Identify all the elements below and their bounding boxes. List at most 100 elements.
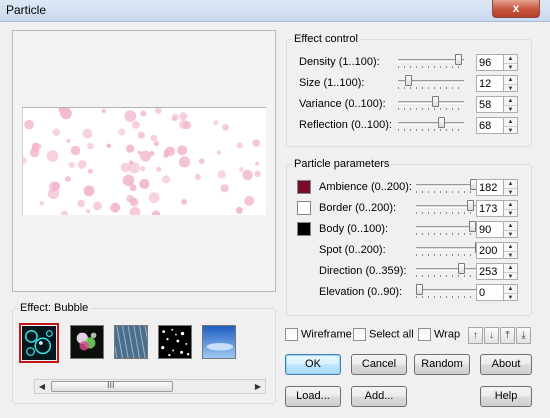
parameter-slider[interactable] (398, 54, 464, 69)
value-spinbox[interactable]: ▲▼ (476, 54, 518, 71)
spin-up-icon[interactable]: ▲ (504, 285, 517, 293)
value-input[interactable] (476, 96, 504, 113)
value-spinbox[interactable]: ▲▼ (476, 75, 518, 92)
add-button[interactable]: Add... (351, 386, 407, 407)
spin-arrows[interactable]: ▲ ▼ (504, 75, 518, 92)
spin-up-icon[interactable]: ▲ (504, 264, 517, 272)
slider-thumb[interactable] (438, 117, 445, 128)
slider-thumb[interactable] (469, 221, 476, 232)
help-button[interactable]: Help (480, 386, 532, 407)
value-spinbox[interactable]: ▲▼ (476, 179, 518, 196)
value-spinbox[interactable]: ▲▼ (476, 263, 518, 280)
parameter-slider[interactable] (416, 179, 482, 194)
scrollbar-thumb[interactable]: III (51, 380, 173, 392)
spin-up-icon[interactable]: ▲ (504, 97, 517, 105)
spin-down-icon[interactable]: ▼ (504, 188, 517, 196)
value-spinbox[interactable]: ▲▼ (476, 284, 518, 301)
spin-up-icon[interactable]: ▲ (504, 180, 517, 188)
color-swatch[interactable] (297, 180, 311, 194)
spin-up-icon[interactable]: ▲ (504, 243, 517, 251)
parameter-slider[interactable] (416, 200, 482, 215)
move-up-arrow-icon[interactable]: ↑ (468, 327, 483, 344)
slider-thumb[interactable] (405, 75, 412, 86)
spin-down-icon[interactable]: ▼ (504, 293, 517, 301)
spin-up-icon[interactable]: ▲ (504, 201, 517, 209)
load-button[interactable]: Load... (285, 386, 341, 407)
value-spinbox[interactable]: ▲▼ (476, 117, 518, 134)
select-all-checkbox[interactable]: Select all (353, 328, 414, 342)
spin-up-icon[interactable]: ▲ (504, 222, 517, 230)
spin-down-icon[interactable]: ▼ (504, 63, 517, 71)
value-input[interactable] (476, 221, 504, 238)
parameter-slider[interactable] (398, 75, 464, 90)
value-input[interactable] (476, 179, 504, 196)
checkbox-box[interactable] (353, 328, 366, 341)
move-top-arrow-icon[interactable]: ⤒ (500, 327, 515, 344)
slider-thumb[interactable] (467, 200, 474, 211)
parameter-slider[interactable] (416, 284, 482, 299)
parameter-slider[interactable] (416, 242, 482, 257)
spin-arrows[interactable]: ▲ ▼ (504, 179, 518, 196)
spin-arrows[interactable]: ▲ ▼ (504, 96, 518, 113)
slider-thumb[interactable] (455, 54, 462, 65)
spin-down-icon[interactable]: ▼ (504, 105, 517, 113)
spin-down-icon[interactable]: ▼ (504, 84, 517, 92)
spin-arrows[interactable]: ▲ ▼ (504, 242, 518, 259)
wireframe-checkbox[interactable]: Wireframe (285, 328, 352, 342)
value-spinbox[interactable]: ▲▼ (476, 96, 518, 113)
move-bottom-arrow-icon[interactable]: ⤓ (516, 327, 531, 344)
parameter-slider[interactable] (398, 96, 464, 111)
checkbox-box[interactable] (285, 328, 298, 341)
value-spinbox[interactable]: ▲▼ (476, 221, 518, 238)
effect-scrollbar[interactable]: ◀ III ▶ (34, 379, 266, 394)
slider-thumb[interactable] (458, 263, 465, 274)
ok-button[interactable]: OK (285, 354, 341, 375)
spin-arrows[interactable]: ▲ ▼ (504, 284, 518, 301)
value-spinbox[interactable]: ▲▼ (476, 242, 518, 259)
spin-up-icon[interactable]: ▲ (504, 118, 517, 126)
close-button[interactable]: x (492, 0, 540, 18)
spin-down-icon[interactable]: ▼ (504, 126, 517, 134)
spin-arrows[interactable]: ▲ ▼ (504, 54, 518, 71)
spin-down-icon[interactable]: ▼ (504, 272, 517, 280)
spin-arrows[interactable]: ▲ ▼ (504, 200, 518, 217)
slider-thumb[interactable] (416, 284, 423, 295)
parameter-slider[interactable] (416, 221, 482, 236)
value-input[interactable] (476, 263, 504, 280)
scroll-left-icon[interactable]: ◀ (35, 380, 49, 393)
value-input[interactable] (476, 75, 504, 92)
value-input[interactable] (476, 200, 504, 217)
checkbox-box[interactable] (418, 328, 431, 341)
spin-arrows[interactable]: ▲ ▼ (504, 117, 518, 134)
move-down-arrow-icon[interactable]: ↓ (484, 327, 499, 344)
effect-thumb-sky[interactable] (202, 325, 236, 359)
spin-arrows[interactable]: ▲ ▼ (504, 221, 518, 238)
value-spinbox[interactable]: ▲▼ (476, 200, 518, 217)
cancel-button[interactable]: Cancel (351, 354, 407, 375)
effect-thumb-snow[interactable] (158, 325, 192, 359)
value-input[interactable] (476, 54, 504, 71)
spin-up-icon[interactable]: ▲ (504, 76, 517, 84)
value-input[interactable] (476, 117, 504, 134)
random-button[interactable]: Random (414, 354, 470, 375)
slider-thumb[interactable] (432, 96, 439, 107)
about-button[interactable]: About (480, 354, 532, 375)
value-input[interactable] (476, 284, 504, 301)
effect-thumb-rain[interactable] (114, 325, 148, 359)
spin-up-icon[interactable]: ▲ (504, 55, 517, 63)
effect-thumb-light-orbs[interactable] (70, 325, 104, 359)
scroll-right-icon[interactable]: ▶ (251, 380, 265, 393)
bubble-particle (235, 206, 243, 214)
spin-down-icon[interactable]: ▼ (504, 230, 517, 238)
color-swatch[interactable] (297, 201, 311, 215)
parameter-slider[interactable] (398, 117, 464, 132)
spin-down-icon[interactable]: ▼ (504, 209, 517, 217)
bubble-particle (93, 201, 102, 211)
spin-arrows[interactable]: ▲ ▼ (504, 263, 518, 280)
spin-down-icon[interactable]: ▼ (504, 251, 517, 259)
value-input[interactable] (476, 242, 504, 259)
effect-thumb-bubble[interactable] (19, 323, 59, 363)
wrap-checkbox[interactable]: Wrap (418, 328, 460, 342)
color-swatch[interactable] (297, 222, 311, 236)
parameter-slider[interactable] (416, 263, 482, 278)
